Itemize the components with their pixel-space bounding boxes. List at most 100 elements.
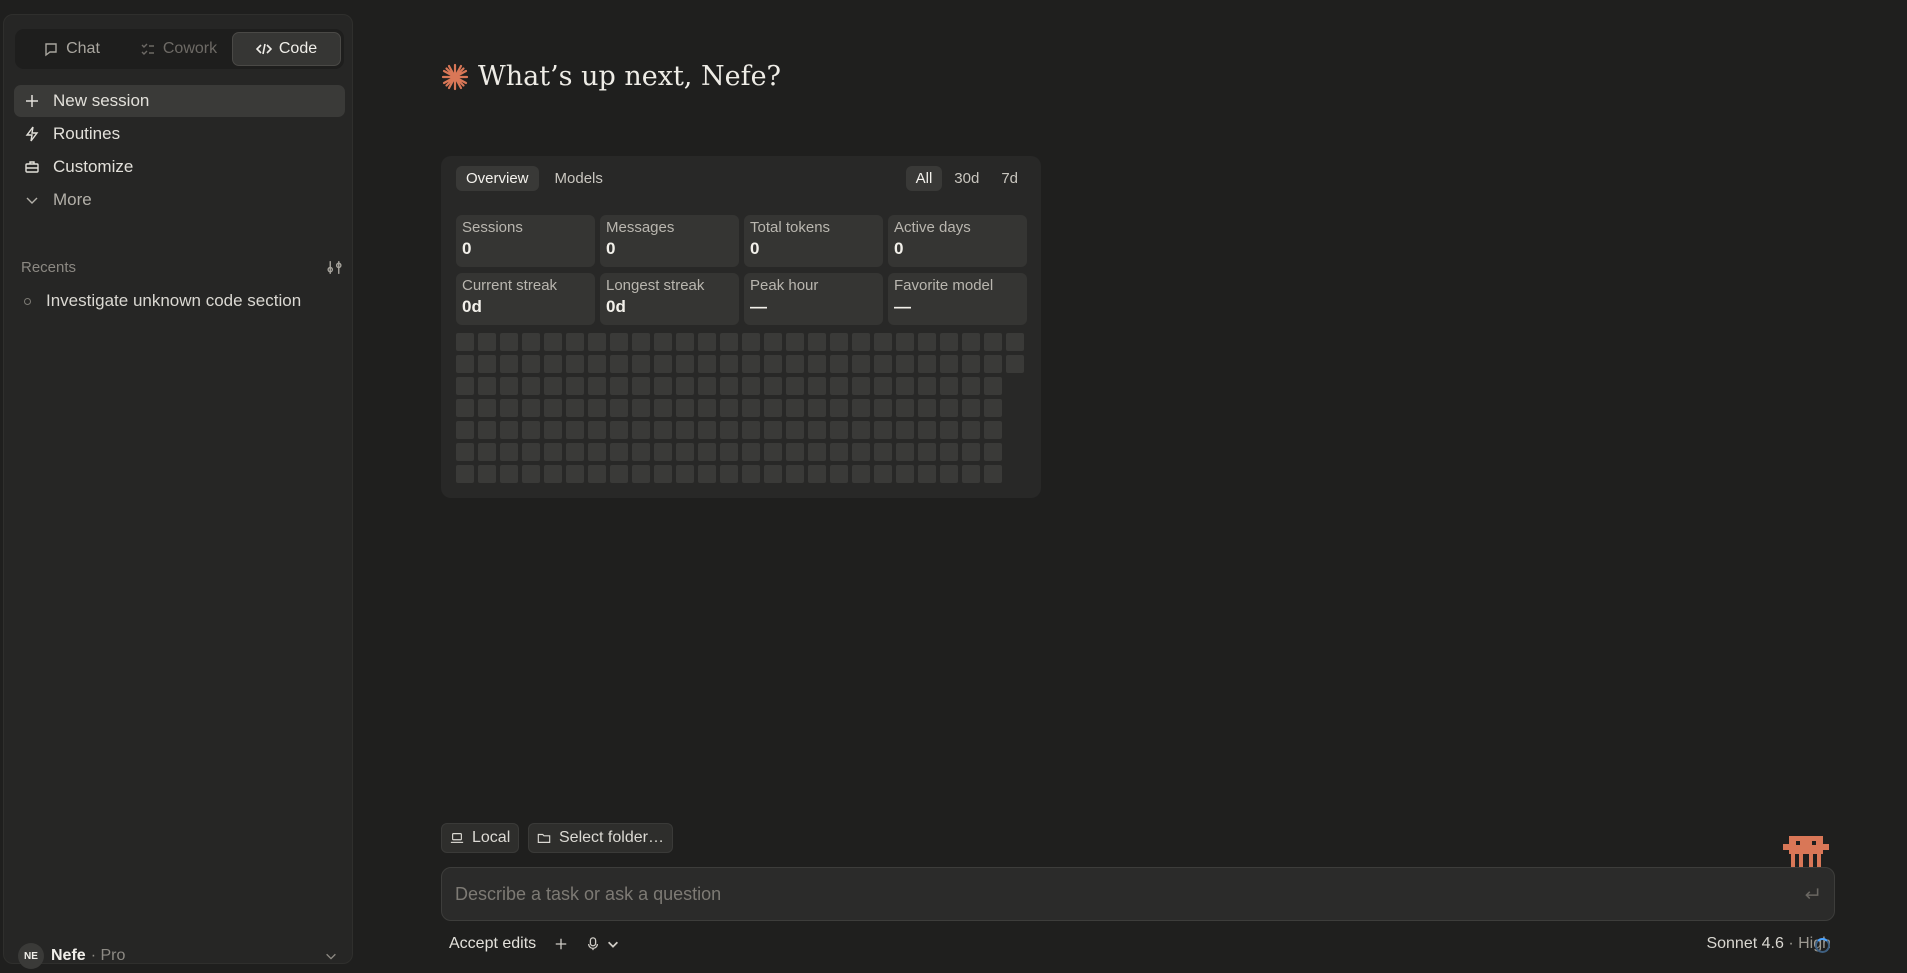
- heatmap-cell: [588, 399, 606, 417]
- enter-icon[interactable]: [1803, 885, 1821, 903]
- heatmap-cell: [632, 355, 650, 373]
- heatmap-cell: [456, 399, 474, 417]
- more-label: More: [53, 190, 92, 209]
- select-folder-button[interactable]: Select folder…: [528, 823, 673, 853]
- chat-bubble-icon: [45, 43, 57, 57]
- heatmap-cell: [654, 333, 672, 351]
- composer-toolbar: Accept edits: [449, 935, 620, 953]
- heatmap-cell: [962, 355, 980, 373]
- stat-value: 0d: [606, 297, 626, 316]
- heatmap-cell: [830, 421, 848, 439]
- user-name: Nefe: [51, 947, 86, 964]
- tab-code[interactable]: Code: [232, 32, 341, 66]
- tab-cowork[interactable]: Cowork: [125, 32, 232, 66]
- heatmap-cell: [852, 355, 870, 373]
- heatmap-cell: [786, 355, 804, 373]
- stat-value: 0: [606, 239, 616, 258]
- heatmap-cell: [874, 377, 892, 395]
- heatmap-cell: [632, 443, 650, 461]
- heatmap-cell: [940, 421, 958, 439]
- stat-label: Longest streak: [606, 277, 705, 294]
- heatmap-cell: [610, 355, 628, 373]
- new-session-button[interactable]: New session: [14, 85, 345, 117]
- sidebar-item-customize[interactable]: Customize: [14, 151, 345, 183]
- recents-title: Recents: [21, 259, 77, 276]
- heatmap-cell: [698, 443, 716, 461]
- plus-icon[interactable]: [554, 937, 568, 951]
- chevron-down-icon: [326, 953, 336, 960]
- heatmap-cell: [984, 421, 1002, 439]
- range-all[interactable]: All: [905, 166, 943, 191]
- tab-chat[interactable]: Chat: [18, 32, 125, 66]
- heatmap-cell: [786, 377, 804, 395]
- accept-edits-button[interactable]: Accept edits: [449, 935, 536, 953]
- heatmap-cell: [610, 333, 628, 351]
- heatmap-cell: [610, 399, 628, 417]
- heatmap-cell: [588, 443, 606, 461]
- list-item[interactable]: Investigate unknown code section: [24, 291, 301, 311]
- heatmap-cell: [544, 355, 562, 373]
- greeting: What’s up next, Nefe?: [441, 61, 781, 92]
- prompt-input[interactable]: [455, 883, 1803, 905]
- heatmap-cell: [456, 377, 474, 395]
- heatmap-cell: [720, 399, 738, 417]
- heatmap-cell: [698, 421, 716, 439]
- heatmap-cell: [566, 443, 584, 461]
- code-icon: [255, 43, 272, 55]
- heatmap-cell: [478, 355, 496, 373]
- heatmap-cell: [742, 333, 760, 351]
- heatmap-cell: [940, 355, 958, 373]
- heatmap-cell: [478, 465, 496, 483]
- heatmap-cell: [786, 421, 804, 439]
- heatmap-cell: [522, 355, 540, 373]
- stat-value: —: [894, 297, 911, 316]
- heatmap-cell: [588, 333, 606, 351]
- environment-button[interactable]: Local: [441, 823, 520, 853]
- plus-icon: [26, 95, 38, 107]
- heatmap-cell: [918, 443, 936, 461]
- heatmap-cell: [544, 465, 562, 483]
- heatmap-cell: [808, 355, 826, 373]
- heatmap-cell: [500, 465, 518, 483]
- heatmap-cell: [566, 333, 584, 351]
- range-30d[interactable]: 30d: [944, 166, 989, 191]
- heatmap-cell: [500, 399, 518, 417]
- model-selector[interactable]: Sonnet 4.6 · High: [1706, 935, 1831, 953]
- user-menu[interactable]: NE Nefe · Pro: [18, 942, 338, 970]
- heatmap-cell: [918, 465, 936, 483]
- heatmap-cell: [1006, 355, 1024, 373]
- heatmap-cell: [720, 443, 738, 461]
- heatmap-cell: [808, 399, 826, 417]
- sidebar-item-routines[interactable]: Routines: [14, 118, 345, 150]
- heatmap-cell: [566, 421, 584, 439]
- tab-models[interactable]: Models: [545, 166, 613, 191]
- heatmap-cell: [962, 443, 980, 461]
- heatmap-cell: [940, 443, 958, 461]
- heatmap-cell: [720, 333, 738, 351]
- stat-card: Peak hour —: [744, 273, 883, 325]
- filter-icon[interactable]: [326, 259, 343, 276]
- sidebar-nav: New session Routines Customize More: [14, 85, 345, 217]
- heatmap-cell: [698, 399, 716, 417]
- heatmap-cell: [874, 333, 892, 351]
- heatmap-cell: [852, 443, 870, 461]
- model-name: Sonnet 4.6: [1706, 935, 1784, 952]
- avatar: NE: [18, 943, 44, 969]
- heatmap-cell: [874, 355, 892, 373]
- heatmap-cell: [500, 355, 518, 373]
- heatmap-cell: [808, 465, 826, 483]
- heatmap-cell: [896, 421, 914, 439]
- status-dot-icon: [24, 297, 31, 305]
- microphone-button[interactable]: [586, 937, 620, 951]
- heatmap-cell: [918, 377, 936, 395]
- range-7d[interactable]: 7d: [991, 166, 1028, 191]
- heatmap-cell: [500, 443, 518, 461]
- heatmap-cell: [830, 443, 848, 461]
- tab-overview[interactable]: Overview: [456, 166, 539, 191]
- stat-label: Total tokens: [750, 219, 831, 236]
- heatmap-cell: [478, 443, 496, 461]
- laptop-icon: [450, 833, 464, 843]
- sidebar-item-more[interactable]: More: [14, 184, 345, 216]
- heatmap-cell: [896, 377, 914, 395]
- heatmap-cell: [588, 355, 606, 373]
